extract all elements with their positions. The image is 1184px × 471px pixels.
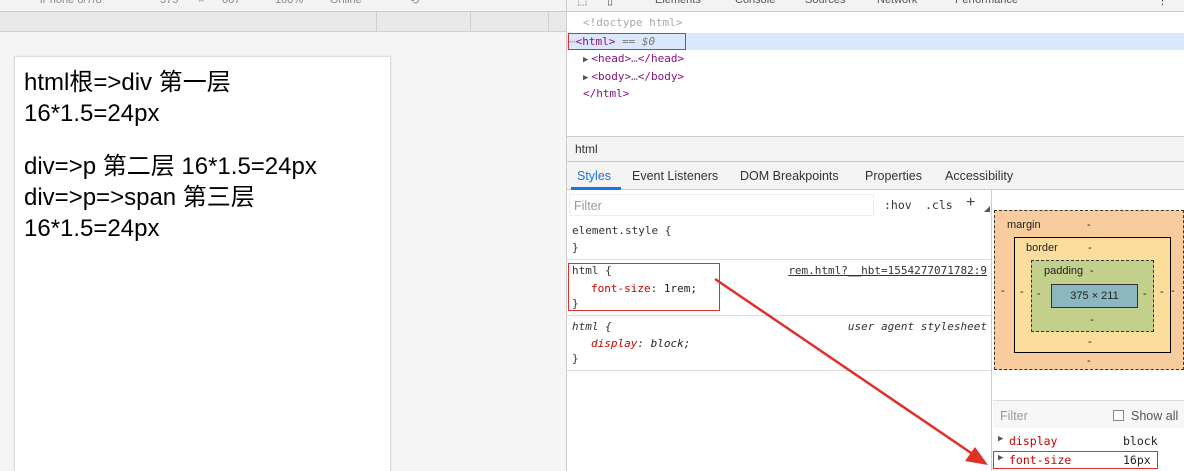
hov-toggle[interactable]: :hov [884, 198, 912, 212]
element-style-rule[interactable]: element.style { } [567, 222, 991, 260]
styles-pane: Filter :hov .cls + element.style { } htm… [567, 190, 992, 471]
tab-event-listeners[interactable]: Event Listeners [632, 169, 718, 183]
corner-triangle-icon [984, 206, 990, 212]
show-all-label: Show all [1131, 409, 1179, 423]
box-model-border[interactable]: border - - - - padding - - - - 375 × 211 [1014, 237, 1171, 353]
tab-console[interactable]: Console [735, 0, 775, 6]
page-line-3: div=>p 第二层 16*1.5=24px [24, 153, 317, 180]
zoom-select[interactable]: 100% [275, 0, 303, 6]
highlight-box-html-node [568, 33, 686, 50]
expand-triangle-icon[interactable]: ▶ [583, 73, 588, 83]
page-line-1: html根=>div 第一层 [24, 69, 231, 96]
show-all-checkbox[interactable] [1113, 410, 1124, 421]
close-icon: × [198, 0, 205, 6]
breadcrumb: html [567, 136, 1184, 162]
tab-styles[interactable]: Styles [577, 169, 611, 183]
device-select[interactable]: iPhone 6/7/8 [40, 0, 102, 6]
height-field[interactable]: 667 [222, 0, 240, 6]
user-agent-source: user agent stylesheet [847, 320, 987, 333]
computed-filter-input[interactable]: Filter [1000, 409, 1028, 423]
highlight-box-html-rule [568, 263, 720, 311]
computed-pane: margin - - - - border - - - - padding - … [993, 190, 1184, 471]
more-icon[interactable]: ⋮ [1157, 0, 1168, 7]
device-toolbar: iPhone 6/7/8 375 × 667 100% Online ⟲ [0, 0, 566, 12]
breadcrumb-html[interactable]: html [575, 142, 598, 156]
box-model-content[interactable]: 375 × 211 [1051, 284, 1138, 308]
box-model-padding[interactable]: padding - - - - 375 × 211 [1031, 260, 1154, 332]
box-model-diagram: margin - - - - border - - - - padding - … [994, 210, 1184, 370]
throttle-select[interactable]: Online [330, 0, 362, 6]
devtools-panel: ⬚ ▯ Elements Console Sources Network Per… [567, 0, 1184, 471]
dom-tree: <!doctype html> ⋯<html> == $0 ▶ <head>…</… [567, 12, 1184, 136]
device-toggle-icon[interactable]: ▯ [607, 0, 613, 7]
page-line-2: 16*1.5=24px [24, 100, 160, 127]
tab-accessibility[interactable]: Accessibility [945, 169, 1013, 183]
dom-html-close[interactable]: </html> [583, 85, 629, 102]
tab-network[interactable]: Network [877, 0, 917, 6]
dom-body-node[interactable]: ▶ <body>…</body> [583, 68, 684, 85]
cls-toggle[interactable]: .cls [925, 198, 953, 212]
page-line-4: div=>p=>span 第三层 [24, 184, 255, 211]
dom-doctype[interactable]: <!doctype html> [583, 14, 682, 31]
source-link[interactable]: rem.html?__hbt=1554277071782:9 [788, 264, 987, 277]
page-line-5: 16*1.5=24px [24, 215, 160, 242]
devtools-tab-bar: ⬚ ▯ Elements Console Sources Network Per… [567, 0, 1184, 12]
styles-filter-input[interactable]: Filter [569, 194, 874, 216]
highlight-box-font-size [993, 451, 1158, 469]
expand-triangle-icon[interactable]: ▶ [998, 434, 1003, 444]
media-query-ruler[interactable] [0, 12, 566, 32]
rotate-icon[interactable]: ⟲ [410, 0, 419, 7]
viewport-area: html根=>div 第一层 16*1.5=24px div=>p 第二层 16… [0, 32, 566, 471]
computed-row-display[interactable]: ▶ display block [993, 432, 1184, 450]
expand-triangle-icon[interactable]: ▶ [583, 55, 588, 65]
tab-performance[interactable]: Performance [955, 0, 1018, 6]
tab-sources[interactable]: Sources [805, 0, 845, 6]
inspect-icon[interactable]: ⬚ [577, 0, 587, 7]
tab-elements[interactable]: Elements [655, 0, 701, 6]
width-field[interactable]: 375 [160, 0, 178, 6]
box-model-margin[interactable]: margin - - - - border - - - - padding - … [994, 210, 1184, 370]
tab-dom-breakpoints[interactable]: DOM Breakpoints [740, 169, 839, 183]
tab-properties[interactable]: Properties [865, 169, 922, 183]
sidebar-tab-bar: Styles Event Listeners DOM Breakpoints P… [567, 162, 1184, 190]
emulated-page: html根=>div 第一层 16*1.5=24px div=>p 第二层 16… [14, 56, 391, 471]
computed-filter-bar: Filter Show all [993, 400, 1184, 428]
dom-head-node[interactable]: ▶ <head>…</head> [583, 50, 684, 67]
html-rule-user-agent: html { display: block; } user agent styl… [567, 316, 991, 371]
add-rule-button[interactable]: + [966, 194, 975, 212]
